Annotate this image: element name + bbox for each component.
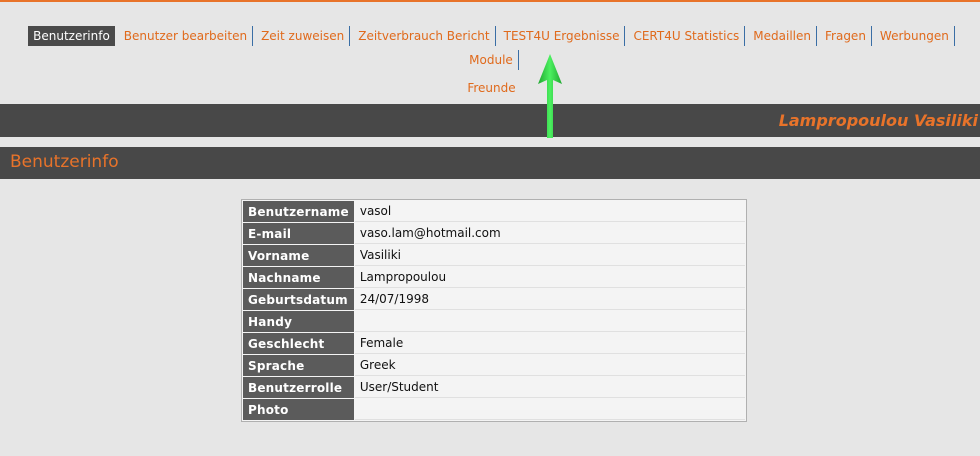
- row-label-lastname: Nachname: [243, 267, 354, 288]
- row-value-firstname: Vasiliki: [354, 245, 745, 266]
- table-row: Sprache Greek: [243, 355, 745, 376]
- table-row: Benutzername vasol: [243, 201, 745, 222]
- top-accent-line: [0, 0, 980, 2]
- row-value-birthdate: 24/07/1998: [354, 289, 745, 310]
- user-display-name: Lampropoulou Vasiliki: [778, 111, 978, 130]
- nav-fragen[interactable]: Fragen: [820, 26, 872, 46]
- row-label-language: Sprache: [243, 355, 354, 376]
- row-value-mobile: [354, 311, 745, 332]
- row-value-username: vasol: [354, 201, 745, 222]
- table-row: Geburtsdatum 24/07/1998: [243, 289, 745, 310]
- row-value-language: Greek: [354, 355, 745, 376]
- row-label-photo: Photo: [243, 399, 354, 420]
- up-arrow-icon: [538, 54, 562, 138]
- user-header-bar: Lampropoulou Vasiliki: [0, 104, 980, 137]
- row-value-photo: [354, 399, 745, 420]
- nav-zeit-zuweisen[interactable]: Zeit zuweisen: [256, 26, 351, 46]
- section-title: Benutzerinfo: [10, 152, 119, 172]
- table-row: Handy: [243, 311, 745, 332]
- nav-werbungen[interactable]: Werbungen: [875, 26, 955, 46]
- nav-test4u-ergebnisse[interactable]: TEST4U Ergebnisse: [499, 26, 626, 46]
- row-label-mobile: Handy: [243, 311, 354, 332]
- row-label-firstname: Vorname: [243, 245, 354, 266]
- row-value-gender: Female: [354, 333, 745, 354]
- row-label-email: E-mail: [243, 223, 354, 244]
- row-value-role: User/Student: [354, 377, 745, 398]
- nav-zeitverbrauch-bericht[interactable]: Zeitverbrauch Bericht: [353, 26, 496, 46]
- nav-medaillen[interactable]: Medaillen: [748, 26, 817, 46]
- row-value-lastname: Lampropoulou: [354, 267, 745, 288]
- nav-freunde[interactable]: Freunde: [462, 78, 520, 98]
- table-row: E-mail vaso.lam@hotmail.com: [243, 223, 745, 244]
- main-nav: Benutzerinfo Benutzer bearbeiten Zeit zu…: [10, 26, 976, 98]
- nav-module[interactable]: Module: [464, 50, 519, 70]
- table-row: Photo: [243, 399, 745, 420]
- row-value-email: vaso.lam@hotmail.com: [354, 223, 745, 244]
- row-label-role: Benutzerrolle: [243, 377, 354, 398]
- table-row: Vorname Vasiliki: [243, 245, 745, 266]
- table-row: Benutzerrolle User/Student: [243, 377, 745, 398]
- row-label-birthdate: Geburtsdatum: [243, 289, 354, 310]
- nav-cert4u-statistics[interactable]: CERT4U Statistics: [628, 26, 746, 46]
- table-row: Geschlecht Female: [243, 333, 745, 354]
- row-label-username: Benutzername: [243, 201, 354, 222]
- nav-benutzerinfo[interactable]: Benutzerinfo: [28, 26, 115, 46]
- user-info-table: Benutzername vasol E-mail vaso.lam@hotma…: [241, 199, 747, 422]
- table-row: Nachname Lampropoulou: [243, 267, 745, 288]
- nav-benutzer-bearbeiten[interactable]: Benutzer bearbeiten: [119, 26, 254, 46]
- section-header-bar: Benutzerinfo: [0, 147, 980, 179]
- row-label-gender: Geschlecht: [243, 333, 354, 354]
